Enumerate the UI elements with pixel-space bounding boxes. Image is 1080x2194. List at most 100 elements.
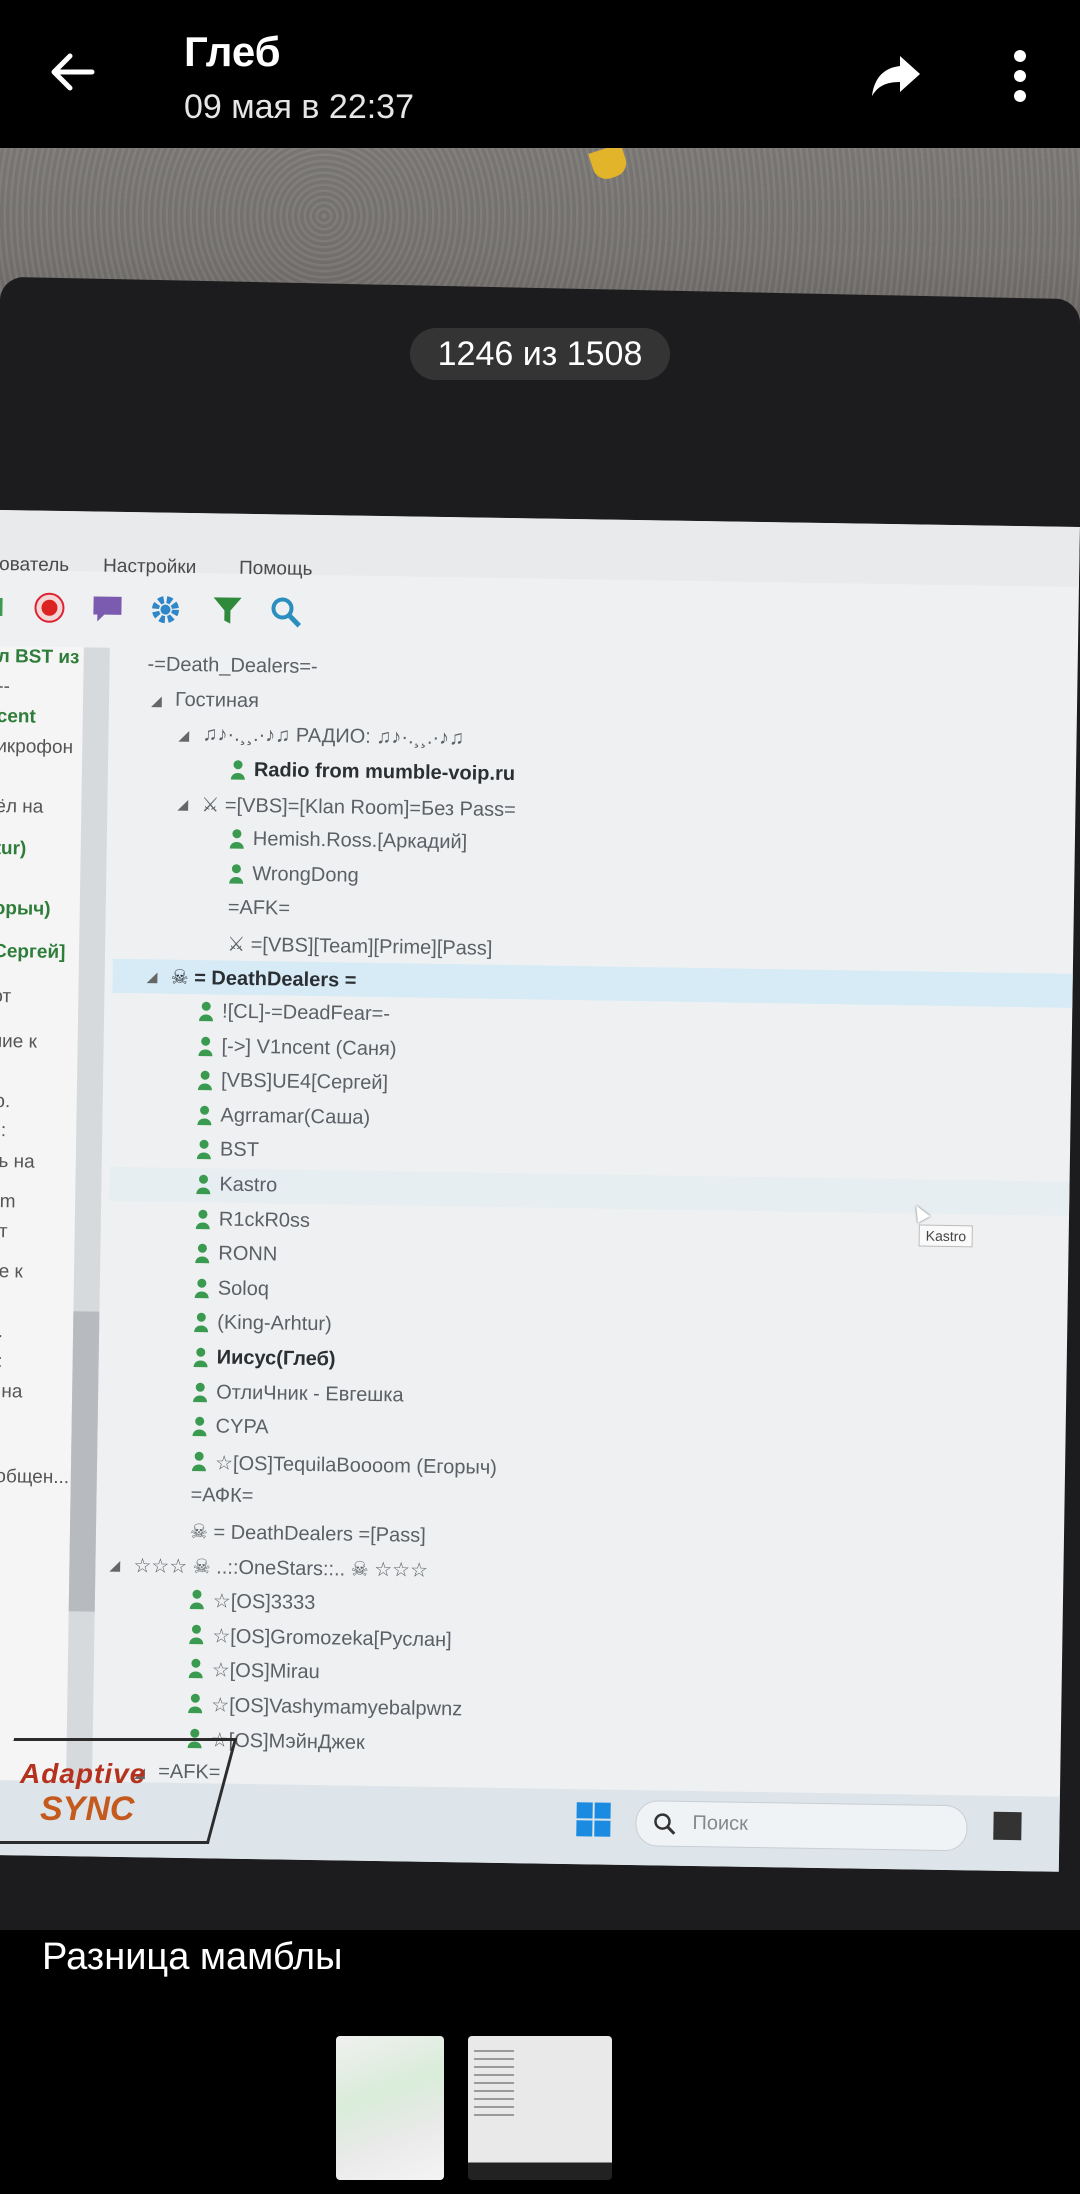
user-icon bbox=[193, 1382, 208, 1402]
adaptive-sync-logo: Adaptive SYNC bbox=[20, 1758, 146, 1829]
share-icon[interactable] bbox=[866, 44, 926, 104]
menu-settings[interactable]: Настройки bbox=[103, 556, 196, 579]
channel-name: ♫♪·.¸¸.·♪♫ РАДИО: ♫♪·.¸¸.·♪♫ bbox=[202, 723, 465, 750]
menu-help[interactable]: Помощь bbox=[239, 558, 313, 581]
chat-log-line: орыч) bbox=[0, 897, 51, 920]
chat-log-line: от bbox=[0, 1220, 8, 1243]
chat-log-line: ть на bbox=[0, 1150, 35, 1173]
chat-log-line: tur) bbox=[0, 837, 27, 860]
user-name: CYPA bbox=[215, 1415, 269, 1439]
taskbar-search[interactable]: Поиск bbox=[635, 1800, 968, 1852]
record-icon[interactable] bbox=[32, 591, 67, 626]
thumbnail-1[interactable] bbox=[336, 2036, 444, 2180]
chat-log-line: икрофон bbox=[0, 735, 74, 759]
expand-arrow-icon[interactable]: ◢ bbox=[177, 796, 188, 813]
user-name: Soloq bbox=[217, 1277, 270, 1301]
back-arrow-icon[interactable] bbox=[42, 42, 102, 102]
user-name: ОтлиЧник - Евгешка bbox=[215, 1381, 404, 1407]
user-name: ☆[OS]Vashymamyebalpwnz bbox=[211, 1694, 463, 1721]
chat-log-line: cent bbox=[0, 705, 36, 728]
user-icon bbox=[192, 1416, 207, 1437]
thumbnail-2[interactable] bbox=[468, 2036, 612, 2180]
message-date: 09 мая в 22:37 bbox=[184, 88, 414, 126]
expand-arrow-icon[interactable]: ◢ bbox=[147, 969, 158, 986]
channel-name: =AFK= bbox=[227, 896, 291, 920]
search-placeholder: Поиск bbox=[692, 1812, 749, 1835]
menu-user[interactable]: ователь bbox=[0, 554, 69, 577]
photo-caption: Разница мамблы bbox=[42, 1936, 343, 1978]
user-name: ![CL]-=DeadFear=- bbox=[221, 1000, 391, 1026]
user-icon bbox=[189, 1624, 204, 1645]
user-icon bbox=[230, 760, 245, 780]
user-name: Agrramar(Саша) bbox=[220, 1104, 371, 1129]
chat-icon[interactable] bbox=[90, 591, 125, 626]
chat-log-line: ие к bbox=[0, 1260, 23, 1283]
filter-icon[interactable] bbox=[210, 593, 245, 628]
user-name: ☆[OS]Gromozeka[Руслан] bbox=[212, 1625, 452, 1652]
expand-arrow-icon[interactable]: ◢ bbox=[109, 1556, 120, 1573]
user-name: WrongDong bbox=[252, 862, 359, 887]
photo-counter: 1246 из 1508 bbox=[410, 328, 670, 380]
chat-log-line: от bbox=[0, 985, 12, 1008]
user-name: (King-Arhtur) bbox=[217, 1311, 332, 1336]
user-icon bbox=[198, 1036, 213, 1056]
user-icon bbox=[188, 1693, 203, 1714]
speaker-icon[interactable] bbox=[0, 590, 23, 625]
chat-log-line: ю. bbox=[0, 1090, 11, 1113]
channel-name: ⚔ =[VBS][Team][Prime][Pass] bbox=[227, 933, 493, 960]
user-icon bbox=[197, 1070, 212, 1091]
chat-log-line: л BST из bbox=[0, 645, 80, 669]
user-tooltip: Kastro bbox=[918, 1224, 974, 1248]
user-name: ☆[OS]3333 bbox=[212, 1590, 316, 1615]
user-icon bbox=[229, 829, 244, 849]
taskbar-app-icon[interactable] bbox=[993, 1811, 1022, 1841]
user-icon bbox=[191, 1451, 206, 1472]
user-icon bbox=[196, 1174, 211, 1195]
user-icon bbox=[193, 1347, 208, 1368]
windows-start-icon[interactable] bbox=[575, 1801, 612, 1838]
chat-log-line: Сергей] bbox=[0, 940, 66, 964]
user-name: Hemish.Ross.[Аркадий] bbox=[252, 828, 468, 854]
user-name: BST bbox=[219, 1138, 260, 1162]
channel-name: ⚔ =[VBS]=[Klan Room]=Без Pass= bbox=[201, 794, 516, 822]
user-name: Иисус(Глеб) bbox=[216, 1346, 336, 1371]
user-icon bbox=[188, 1659, 203, 1679]
photo-viewer[interactable]: ователь Настройки Помощь л BST из -- cent и… bbox=[0, 148, 1080, 1930]
channel-name: ☠ = DeathDealers =[Pass] bbox=[189, 1521, 426, 1547]
user-icon bbox=[189, 1589, 204, 1610]
user-icon bbox=[197, 1105, 212, 1126]
user-name: [->] V1ncent (Саня) bbox=[221, 1035, 397, 1060]
chat-log-line: ь на bbox=[0, 1381, 23, 1403]
channel-name: -=Death_Dealers=- bbox=[147, 653, 318, 679]
channel-name: =АФК= bbox=[190, 1484, 254, 1508]
user-icon bbox=[194, 1313, 209, 1333]
brand-line1: Adaptive bbox=[20, 1758, 147, 1789]
user-name: Kastro bbox=[219, 1173, 278, 1197]
user-name: Radio from mumble-voip.ru bbox=[253, 758, 516, 785]
sender-name: Глеб bbox=[184, 28, 281, 75]
scrollbar-thumb[interactable] bbox=[68, 1311, 100, 1612]
chat-log-line: е: bbox=[0, 1350, 3, 1373]
channel-name: ☆☆☆ ☠ ..::OneStars::.. ☠ ☆☆☆ bbox=[133, 1554, 429, 1582]
expand-arrow-icon[interactable]: ◢ bbox=[178, 727, 189, 744]
chat-log-line: ёл на bbox=[0, 795, 44, 818]
channel-name: Гостиная bbox=[174, 688, 260, 712]
user-icon bbox=[198, 1001, 213, 1022]
search-icon[interactable] bbox=[268, 594, 303, 629]
user-icon bbox=[195, 1243, 210, 1264]
user-icon bbox=[194, 1278, 209, 1299]
expand-arrow-icon[interactable]: ◢ bbox=[151, 692, 162, 709]
chat-log-line: om bbox=[0, 1190, 16, 1213]
user-icon bbox=[229, 863, 244, 884]
chat-log-line: ние к bbox=[0, 1030, 38, 1053]
chat-log-line: ообщен... bbox=[0, 1465, 70, 1489]
gear-icon[interactable] bbox=[148, 592, 183, 627]
brand-line2: SYNC bbox=[40, 1790, 135, 1828]
chat-log-line: -- bbox=[0, 675, 11, 698]
chat-log-line: е: bbox=[0, 1119, 7, 1142]
user-name: ☆[OS]Mirau bbox=[211, 1659, 320, 1684]
user-icon bbox=[195, 1209, 210, 1229]
top-bar: Глеб 09 мая в 22:37 bbox=[0, 0, 1080, 148]
more-options-icon[interactable] bbox=[1000, 44, 1040, 108]
mumble-screen: ователь Настройки Помощь л BST из -- cent и… bbox=[0, 510, 1080, 1872]
